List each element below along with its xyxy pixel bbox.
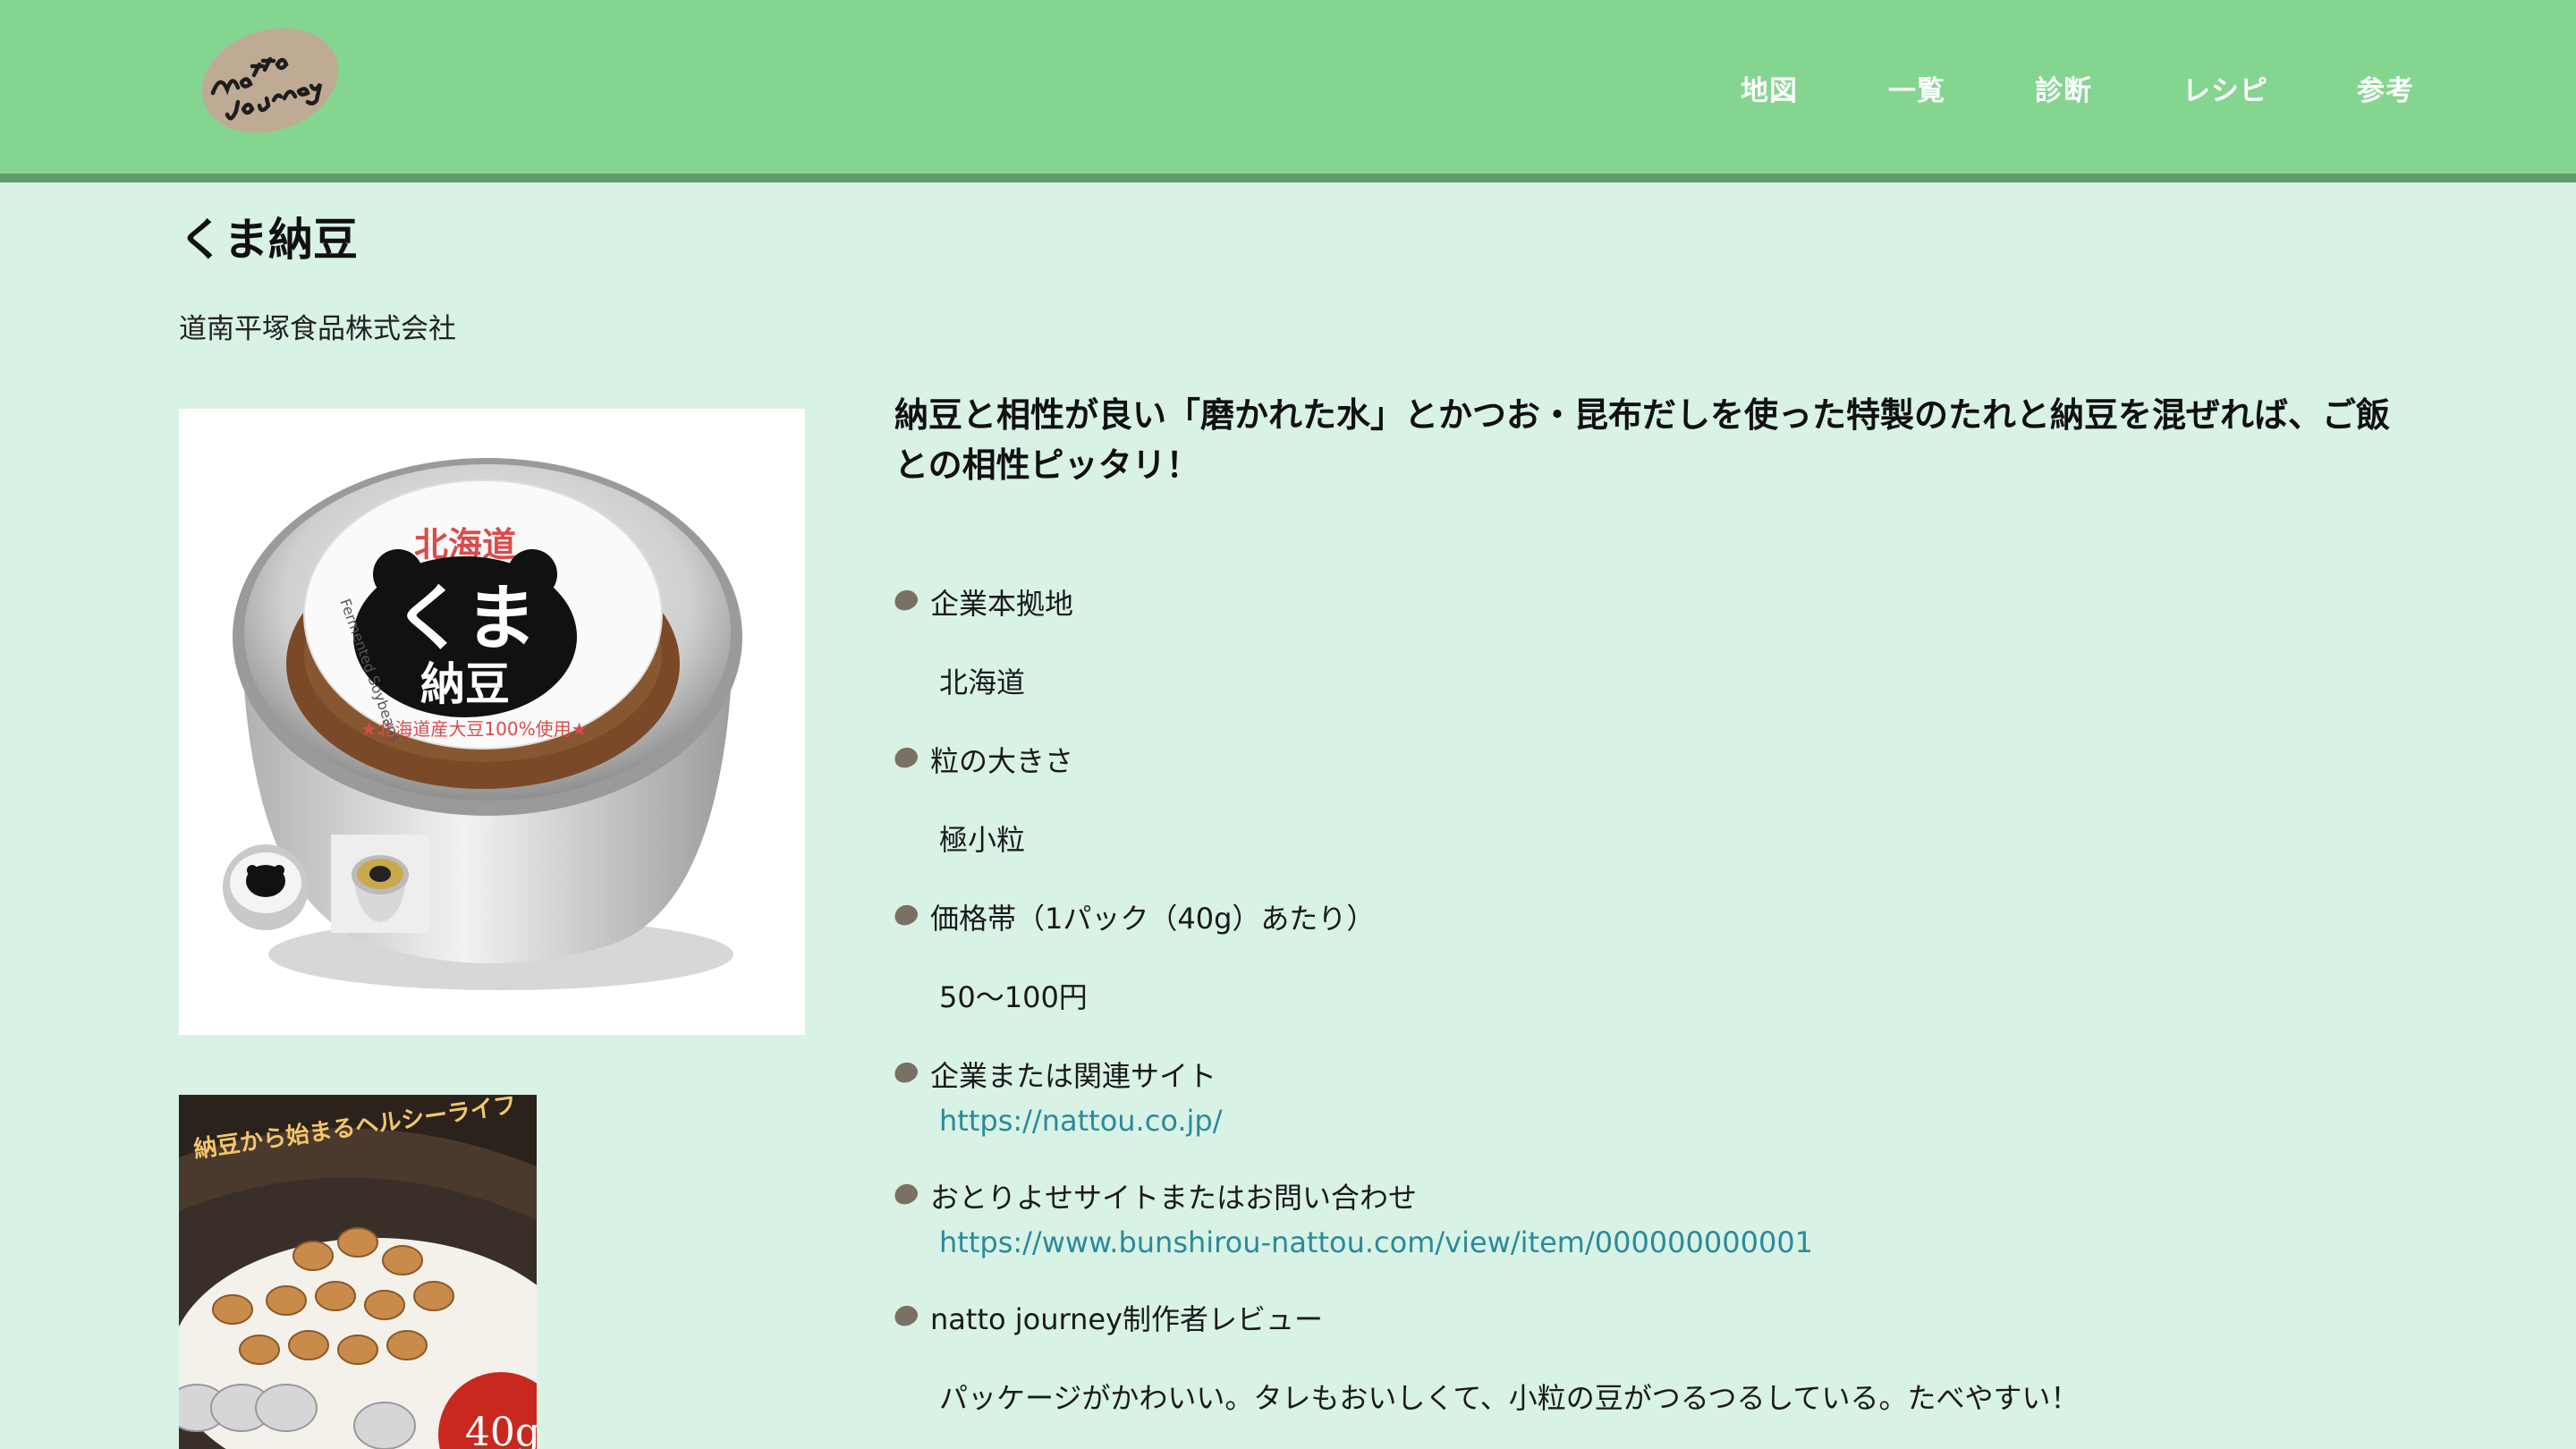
- product-lead: 納豆と相性が良い「磨かれた水」とかつお・昆布だしを使った特製のたれと納豆を混ぜれ…: [894, 395, 2391, 485]
- spec-value-hq: 北海道: [939, 665, 1026, 699]
- nav-list[interactable]: 一覧: [1888, 68, 1945, 108]
- package-name-bottom: 納豆: [420, 658, 510, 710]
- company-site-link[interactable]: https://nattou.co.jp/: [939, 1104, 1222, 1138]
- spec-label-site: 企業または関連サイト: [892, 1054, 1216, 1095]
- product-promo-image: 納豆から始まるヘルシーライフ 40g: [179, 1095, 537, 1449]
- spec-value-grain-size: 極小粒: [939, 823, 1026, 857]
- natto-bean-bullet-icon: [892, 1181, 920, 1208]
- page-title: くま納豆: [179, 214, 358, 266]
- spec-value-price: 50〜100円: [939, 980, 1088, 1014]
- company-name: 道南平塚食品株式会社: [179, 313, 456, 345]
- promo-weight-text: 40g: [465, 1410, 537, 1449]
- natto-bean-bullet-icon: [892, 587, 920, 614]
- natto-cup-illustration: 北海道 くま 納豆 ★北海道産大豆100%使用★ Fermented Soybe…: [233, 458, 742, 990]
- nav-reference[interactable]: 参考: [2357, 68, 2414, 108]
- natto-bean-bullet-icon: [892, 744, 920, 771]
- natto-bean-bullet-icon: [892, 1302, 920, 1329]
- spec-label-price: 価格帯（1パック（40g）あたり）: [892, 896, 1375, 937]
- nav-recipe[interactable]: レシピ: [2182, 68, 2268, 108]
- thumbnail-2[interactable]: [331, 835, 429, 933]
- main-nav: 地図 一覧 診断 レシピ 参考: [0, 68, 2576, 113]
- natto-bean-bullet-icon: [892, 902, 920, 928]
- spec-label-hq: 企業本拠地: [892, 581, 1073, 623]
- spec-value-review: パッケージがかわいい。タレもおいしくて、小粒の豆がつるつるしている。たべやすい！: [939, 1381, 2080, 1415]
- nav-map[interactable]: 地図: [1741, 68, 1798, 108]
- spec-label-grain-size: 粒の大きさ: [892, 739, 1073, 780]
- order-site-link[interactable]: https://www.bunshirou-nattou.com/view/it…: [939, 1225, 1813, 1259]
- nav-diagnosis[interactable]: 診断: [2035, 68, 2092, 108]
- thumbnail-1[interactable]: [216, 838, 315, 936]
- spec-label-order: おとりよせサイトまたはお問い合わせ: [892, 1175, 1417, 1216]
- product-main-image: 北海道 くま 納豆 ★北海道産大豆100%使用★ Fermented Soybe…: [179, 409, 805, 1035]
- natto-bean-bullet-icon: [892, 1059, 920, 1086]
- package-name-top: くま: [394, 577, 537, 660]
- site-header: 地図 一覧 診断 レシピ 参考: [0, 0, 2576, 182]
- spec-label-review: natto journey制作者レビュー: [892, 1297, 1323, 1338]
